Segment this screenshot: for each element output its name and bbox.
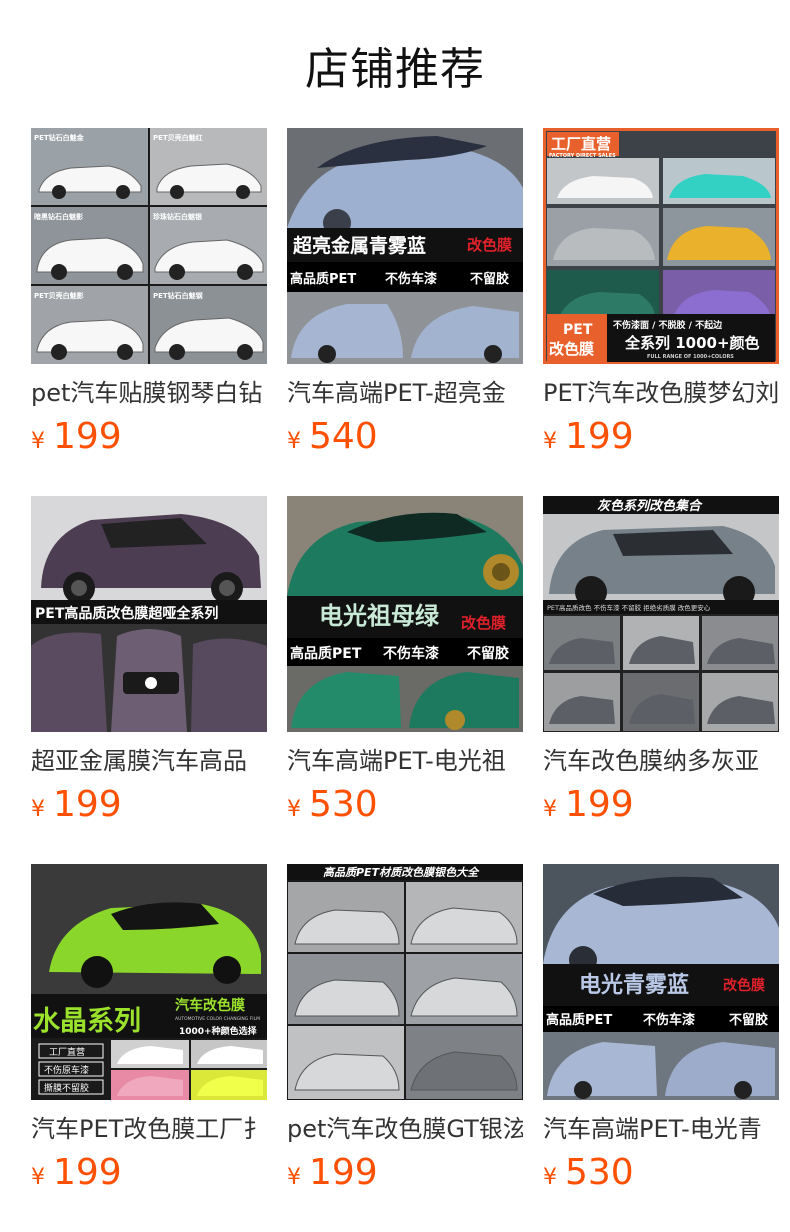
price-amount: 199 (565, 416, 634, 457)
product-title[interactable]: 汽车高端PET-电光青 (543, 1112, 779, 1146)
product-title[interactable]: 汽车高端PET-电光祖 (287, 744, 523, 778)
thumb-tag: 改色膜 (723, 977, 765, 994)
product-image[interactable]: 电光祖母绿 改色膜 高品质PET 不伤车漆 不留胶 (287, 496, 523, 732)
product-price: ¥ 540 (287, 416, 523, 460)
thumb-feature: 不留胶 (467, 645, 509, 662)
thumb-series: 全系列 1000+颜色 (624, 334, 760, 352)
thumb-label: PET贝壳白魅影 (34, 291, 84, 300)
thumb-headline: 电光祖母绿 (319, 602, 440, 630)
thumb-series-sub: FULL RANGE OF 1000+COLORS (647, 354, 734, 360)
product-title[interactable]: 汽车PET改色膜工厂扌 (31, 1112, 267, 1146)
currency-symbol: ¥ (31, 797, 45, 822)
product-title[interactable]: pet汽车贴膜钢琴白钻 (31, 376, 267, 410)
thumb-bullet: 撕膜不留胶 (44, 1082, 89, 1094)
price-amount: 530 (309, 784, 378, 825)
product-title[interactable]: PET汽车改色膜梦幻刘 (543, 376, 779, 410)
shop-recommend-header: 店铺推荐 (0, 0, 790, 128)
price-amount: 199 (53, 1152, 122, 1193)
thumb-notes: 不伤漆面 / 不脱胶 / 不起边 (613, 319, 723, 331)
price-amount: 199 (565, 784, 634, 825)
product-title[interactable]: 汽车改色膜纳多灰亚 (543, 744, 779, 778)
thumb-feature: 不伤车漆 (385, 271, 437, 287)
thumb-banner: 灰色系列改色集合 (597, 498, 703, 514)
thumb-tag: 改色膜 (467, 236, 512, 254)
price-amount: 199 (53, 416, 122, 457)
product-image[interactable]: PET高品质改色膜超哑全系列 (31, 496, 267, 732)
thumb-side-sub: AUTOMOTIVE COLOR CHANGING FILM (175, 1016, 260, 1022)
currency-symbol: ¥ (287, 429, 301, 454)
thumb-pet: PET (563, 322, 593, 338)
thumb-bullet: 不伤原车漆 (44, 1064, 89, 1076)
thumb-badge-sub: FACTORY DIRECT SALES (549, 153, 616, 159)
thumb-feature: 不伤车漆 (643, 1012, 695, 1028)
thumb-banner: PET高品质改色膜超哑全系列 (35, 605, 218, 622)
thumb-strip: PET高品质改色 不伤车漆 不留胶 拒绝劣质膜 改色更安心 (547, 603, 711, 612)
thumb-feature: 高品质PET (290, 271, 356, 287)
thumb-label: PET钻石白魅金 (34, 133, 85, 142)
product-card[interactable]: 工厂直营 FACTORY DIRECT SALES PET 改色膜 不伤漆面 /… (543, 128, 779, 496)
thumb-headline: 水晶系列 (33, 1006, 141, 1037)
thumb-tag: 改色膜 (461, 614, 506, 632)
product-card[interactable]: 电光祖母绿 改色膜 高品质PET 不伤车漆 不留胶 汽车高端PET-电光祖 ¥ … (287, 496, 523, 864)
thumb-headline: 电光青雾蓝 (579, 973, 689, 998)
product-image[interactable]: PET钻石白魅金 PET贝壳白魅红 暗黑钻石白魅影 珍珠钻石白魅银 PET贝壳白… (31, 128, 267, 364)
product-title[interactable]: 汽车高端PET-超亮金 (287, 376, 523, 410)
product-title[interactable]: 超亚金属膜汽车高品 (31, 744, 267, 778)
product-grid: PET钻石白魅金 PET贝壳白魅红 暗黑钻石白魅影 珍珠钻石白魅银 PET贝壳白… (31, 128, 779, 1232)
thumb-feature: 高品质PET (290, 645, 362, 662)
product-card[interactable]: PET高品质改色膜超哑全系列 超亚金属膜汽车高品 ¥ 199 (31, 496, 267, 864)
product-price: ¥ 199 (287, 1152, 523, 1196)
product-card[interactable]: 高品质PET材质改色膜银色大全 pet汽车改色膜GT银泫 ¥ 199 (287, 864, 523, 1232)
price-amount: 530 (565, 1152, 634, 1193)
product-card[interactable]: 超亮金属青雾蓝 改色膜 高品质PET 不伤车漆 不留胶 汽车高端PET-超亮金 … (287, 128, 523, 496)
product-image[interactable]: 灰色系列改色集合 PET高品质改色 不伤车漆 不留胶 拒绝劣质膜 改色更安心 (543, 496, 779, 732)
product-card[interactable]: PET钻石白魅金 PET贝壳白魅红 暗黑钻石白魅影 珍珠钻石白魅银 PET贝壳白… (31, 128, 267, 496)
currency-symbol: ¥ (287, 797, 301, 822)
product-price: ¥ 199 (31, 416, 267, 460)
product-image[interactable]: 高品质PET材质改色膜银色大全 (287, 864, 523, 1100)
product-image[interactable]: 工厂直营 FACTORY DIRECT SALES PET 改色膜 不伤漆面 /… (543, 128, 779, 364)
currency-symbol: ¥ (287, 1165, 301, 1190)
product-price: ¥ 199 (543, 416, 779, 460)
price-amount: 540 (309, 416, 378, 457)
product-image[interactable]: 电光青雾蓝 改色膜 高品质PET 不伤车漆 不留胶 (543, 864, 779, 1100)
product-image[interactable]: 超亮金属青雾蓝 改色膜 高品质PET 不伤车漆 不留胶 (287, 128, 523, 364)
product-price: ¥ 199 (31, 784, 267, 828)
thumb-label: PET钻石白魅钢 (153, 291, 203, 300)
thumb-label: 暗黑钻石白魅影 (34, 212, 83, 221)
currency-symbol: ¥ (543, 1165, 557, 1190)
thumb-feature: 不留胶 (470, 271, 509, 287)
product-card[interactable]: 电光青雾蓝 改色膜 高品质PET 不伤车漆 不留胶 汽车高端PET-电光青 ¥ … (543, 864, 779, 1232)
price-amount: 199 (309, 1152, 378, 1193)
product-price: ¥ 530 (287, 784, 523, 828)
product-price: ¥ 199 (543, 784, 779, 828)
currency-symbol: ¥ (31, 1165, 45, 1190)
thumb-feature: 不伤车漆 (383, 645, 439, 662)
thumb-banner: 高品质PET材质改色膜银色大全 (323, 866, 480, 879)
thumb-side: 汽车改色膜 (175, 997, 245, 1014)
thumb-feature: 不留胶 (729, 1012, 768, 1028)
currency-symbol: ¥ (543, 797, 557, 822)
price-amount: 199 (53, 784, 122, 825)
currency-symbol: ¥ (31, 429, 45, 454)
product-card[interactable]: 灰色系列改色集合 PET高品质改色 不伤车漆 不留胶 拒绝劣质膜 改色更安心 汽… (543, 496, 779, 864)
thumb-bullet: 工厂直营 (49, 1046, 85, 1058)
page-title: 店铺推荐 (305, 44, 485, 95)
thumb-headline: 超亮金属青雾蓝 (292, 234, 426, 257)
thumb-label: PET贝壳白魅红 (153, 133, 203, 142)
thumb-sub: 改色膜 (549, 340, 594, 358)
thumb-feature: 高品质PET (546, 1012, 612, 1028)
product-title[interactable]: pet汽车改色膜GT银泫 (287, 1112, 523, 1146)
thumb-label: 珍珠钻石白魅银 (153, 212, 203, 221)
thumb-count: 1000+种颜色选择 (179, 1025, 258, 1037)
thumb-badge: 工厂直营 (551, 135, 611, 153)
currency-symbol: ¥ (543, 429, 557, 454)
product-image[interactable]: 水晶系列 汽车改色膜 AUTOMOTIVE COLOR CHANGING FIL… (31, 864, 267, 1100)
product-card[interactable]: 水晶系列 汽车改色膜 AUTOMOTIVE COLOR CHANGING FIL… (31, 864, 267, 1232)
product-price: ¥ 530 (543, 1152, 779, 1196)
product-price: ¥ 199 (31, 1152, 267, 1196)
